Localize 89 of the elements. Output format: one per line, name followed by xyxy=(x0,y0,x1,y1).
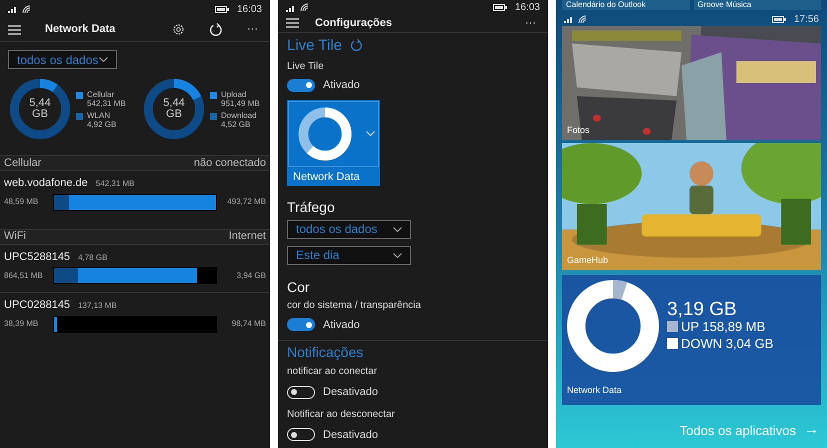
legend-value: 4,92 GB xyxy=(87,120,116,128)
legend-value: 542,31 MB xyxy=(87,98,126,108)
app-tile[interactable]: Calendário do Outlook xyxy=(562,0,690,10)
donut-unit: GB xyxy=(32,109,48,120)
setting-label: Notificar ao desconectar xyxy=(287,408,396,422)
settings-icon[interactable] xyxy=(172,23,185,36)
toggle-switch[interactable] xyxy=(287,318,315,332)
toggle-label: Ativado xyxy=(323,318,360,332)
toggle-label: Desativado xyxy=(323,385,378,400)
app-tile[interactable]: 3,19 GB UP 158,89 MB DOWN 3,04 GB Network Data xyxy=(562,275,821,405)
tile-label: GameHub xyxy=(567,254,608,266)
tile-total: 3,19 GB xyxy=(667,300,738,318)
upload-amount: 38,39 MB xyxy=(4,318,40,330)
network-total: 542,31 MB xyxy=(96,178,134,190)
donut-unit: GB xyxy=(166,109,182,120)
network-total: 137,13 MB xyxy=(78,300,117,312)
toggle-switch[interactable] xyxy=(287,386,315,399)
dropdown[interactable]: todos os dados xyxy=(287,220,411,238)
network-total: 4,78 GB xyxy=(78,252,108,264)
legend-label: Download xyxy=(221,110,257,120)
battery-icon xyxy=(492,4,507,11)
battery-icon xyxy=(772,16,786,22)
donut-total: 5,44 xyxy=(29,98,51,109)
app-tile[interactable]: Fotos xyxy=(562,26,821,140)
toggle-label: Ativado xyxy=(323,78,360,93)
app-title: Configurações xyxy=(315,16,392,31)
setting-label: cor do sistema / transparência xyxy=(287,298,422,312)
app-title: Network Data xyxy=(45,22,116,38)
menu-icon[interactable] xyxy=(8,24,21,34)
more-button[interactable]: ··· xyxy=(525,15,536,32)
legend-value: 4,52 GB xyxy=(221,120,252,128)
connection-status: Internet xyxy=(228,229,266,244)
section-header: WiFi xyxy=(4,229,26,244)
filter-dropdown[interactable]: todos os dados xyxy=(8,50,117,69)
signal-icon xyxy=(286,4,296,12)
wifi-icon xyxy=(22,4,32,14)
legend-value: 951,49 MB xyxy=(221,98,260,108)
upload-amount: UP 158,89 MB xyxy=(681,318,766,334)
chevron-down-icon xyxy=(393,226,402,232)
network-name: UPC5288145 xyxy=(4,250,70,264)
wifi-icon xyxy=(578,14,588,24)
connection-status: não conectado xyxy=(194,156,266,171)
clock: 16:03 xyxy=(236,2,262,16)
app-tile[interactable]: Groove Música xyxy=(694,0,821,10)
clock: 16:03 xyxy=(514,1,540,15)
tile-label: Network Data xyxy=(567,384,623,397)
setting-label: Live Tile xyxy=(287,60,325,74)
section-header: Cellular xyxy=(4,156,42,171)
section-heading: Cor xyxy=(287,278,311,296)
signal-icon xyxy=(8,5,18,13)
section-heading: Notificações xyxy=(287,343,364,362)
legend-label: Cellular xyxy=(87,90,116,98)
donut-chart xyxy=(142,77,206,141)
download-amount: 493,72 MB xyxy=(226,196,266,208)
menu-icon[interactable] xyxy=(286,18,299,28)
toggle-switch[interactable] xyxy=(287,78,315,92)
donut-icon xyxy=(298,106,352,160)
tile-label: Fotos xyxy=(567,124,590,136)
more-button[interactable]: ··· xyxy=(247,21,258,38)
download-amount: 3,94 GB xyxy=(236,270,266,282)
donut-chart xyxy=(8,77,72,141)
tile-preview[interactable]: Network Data xyxy=(287,100,380,186)
chevron-down-icon xyxy=(393,252,402,258)
wifi-icon xyxy=(300,3,310,12)
donut-total: 5,44 xyxy=(163,98,185,109)
signal-icon xyxy=(564,15,574,23)
upload-amount: 864,51 MB xyxy=(4,270,44,282)
download-amount: DOWN 3,04 GB xyxy=(681,334,774,352)
download-amount: 98,74 MB xyxy=(230,318,266,330)
clock: 17:56 xyxy=(794,12,819,26)
legend-label: WLAN xyxy=(87,110,112,120)
toggle-switch[interactable] xyxy=(287,428,315,442)
chevron-down-icon xyxy=(99,57,108,62)
battery-icon xyxy=(214,6,229,12)
chevron-down-icon xyxy=(366,131,375,136)
section-heading: Tráfego xyxy=(287,198,336,217)
section-heading: Live Tile xyxy=(287,36,342,56)
donut-icon xyxy=(567,280,659,372)
upload-swatch xyxy=(667,320,678,332)
tile-name: Network Data xyxy=(292,170,361,184)
app-tile[interactable]: GameHub xyxy=(562,143,821,270)
dropdown[interactable]: Este dia xyxy=(287,246,411,264)
setting-label: notificar ao conectar xyxy=(287,365,378,379)
network-name: UPC0288145 xyxy=(4,298,70,313)
toggle-label: Desativado xyxy=(323,428,378,442)
download-swatch xyxy=(667,338,678,348)
upload-amount: 48,59 MB xyxy=(4,196,40,208)
network-name: web.vodafone.de xyxy=(4,176,88,191)
legend-label: Upload xyxy=(221,90,248,98)
